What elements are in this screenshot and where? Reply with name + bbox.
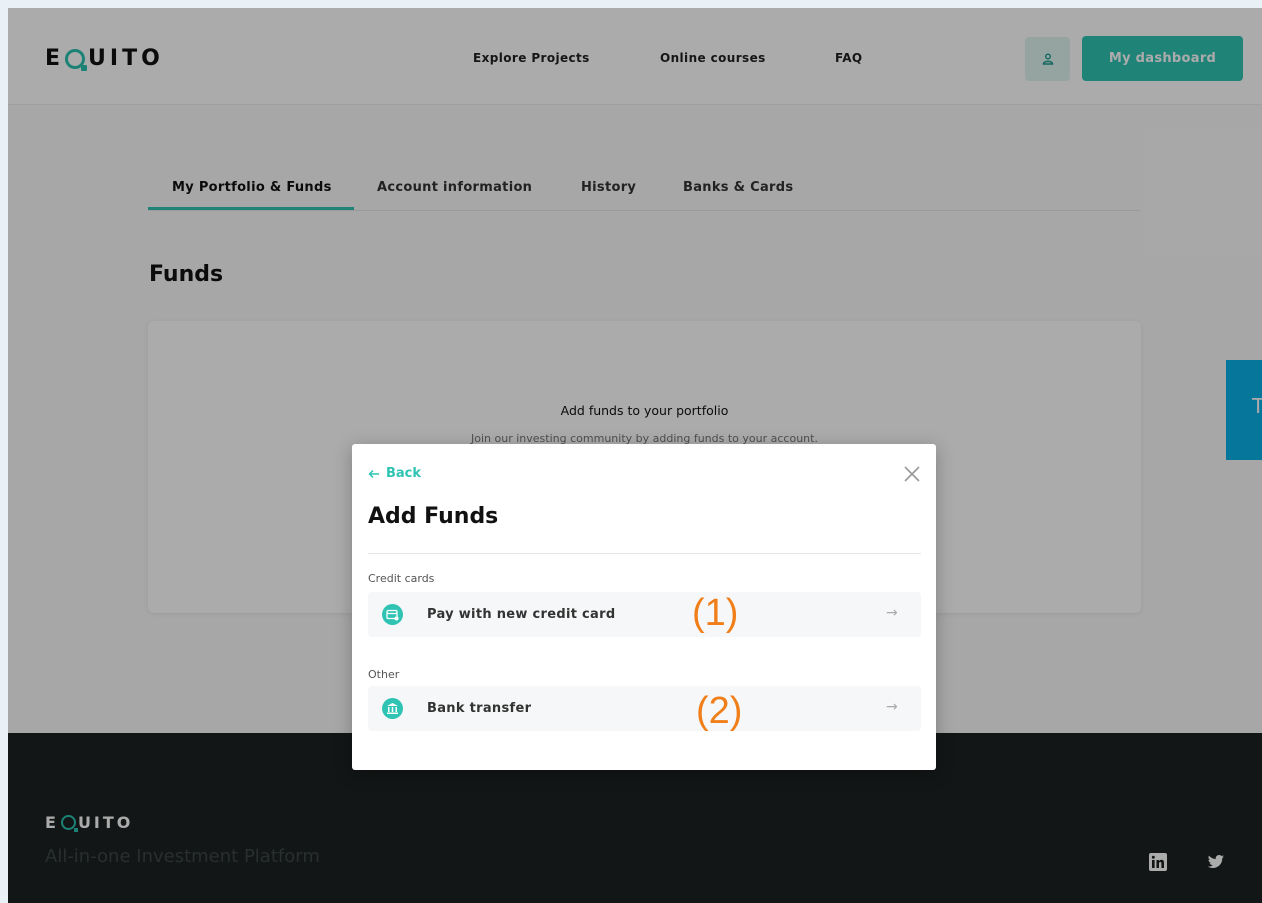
arrow-left-icon — [368, 469, 379, 478]
pay-with-new-credit-card-option[interactable]: Pay with new credit card → — [368, 592, 921, 637]
modal-divider — [368, 553, 921, 554]
bank-transfer-option[interactable]: Bank transfer → — [368, 686, 921, 731]
bank-icon — [382, 698, 403, 719]
arrow-right-icon: → — [886, 699, 898, 715]
option-label: Pay with new credit card — [427, 607, 616, 622]
back-label: Back — [386, 466, 422, 481]
section-label-credit-cards: Credit cards — [368, 572, 435, 585]
annotation-marker-2: (2) — [696, 690, 743, 732]
add-funds-modal: Back Add Funds Credit cards Pay with new… — [352, 444, 936, 770]
close-icon[interactable] — [902, 464, 922, 484]
back-button[interactable]: Back — [368, 466, 421, 481]
section-label-other: Other — [368, 668, 400, 681]
annotation-marker-1: (1) — [692, 592, 739, 634]
credit-card-icon — [382, 604, 403, 625]
page: E UITO Explore Projects Online courses FA… — [8, 8, 1262, 903]
modal-title: Add Funds — [368, 504, 499, 529]
option-label: Bank transfer — [427, 701, 532, 716]
arrow-right-icon: → — [886, 605, 898, 621]
